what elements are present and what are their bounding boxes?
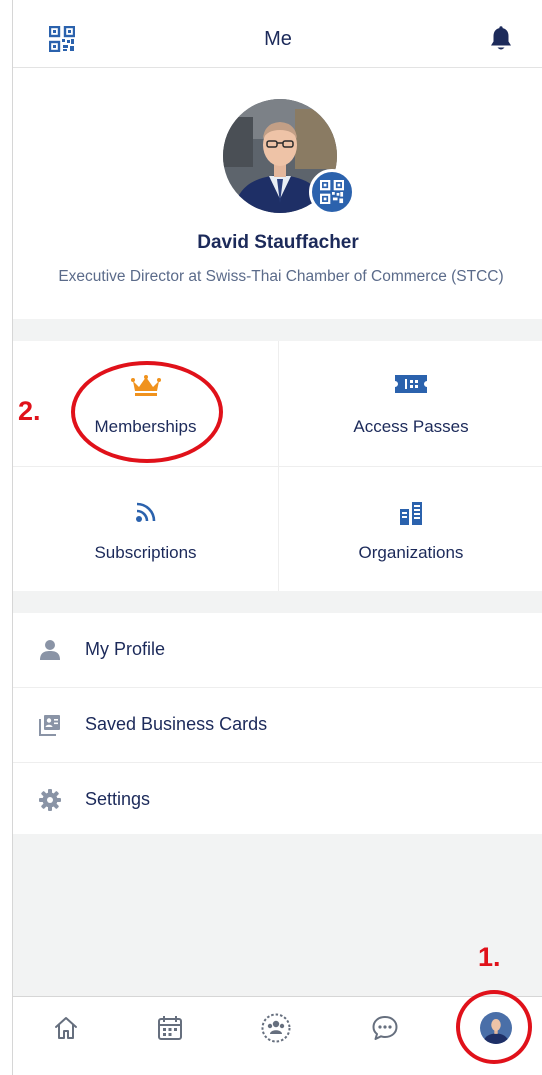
buildings-icon [400, 502, 422, 525]
annotation-circle-memberships [71, 361, 223, 463]
section-separator [13, 591, 542, 613]
menu-label: Saved Business Cards [85, 714, 268, 734]
tab-community[interactable] [259, 1011, 293, 1045]
top-bar: Me [13, 0, 542, 68]
profile-subtitle: Executive Director at Swiss-Thai Chamber… [58, 268, 504, 285]
grid-item-access-passes[interactable]: Access Passes [278, 341, 542, 466]
grid-item-organizations[interactable]: Organizations [278, 466, 542, 591]
annotation-step-2: 2. [18, 396, 41, 426]
grid-item-subscriptions[interactable]: Subscriptions [13, 466, 278, 591]
annotation-step-1: 1. [478, 942, 501, 972]
section-separator [13, 319, 542, 341]
chat-icon [372, 1016, 398, 1040]
grid-label: Access Passes [353, 417, 469, 436]
gear-icon [39, 789, 61, 811]
menu-list: My Profile Saved Business Cards Settings [13, 613, 542, 838]
menu-item-settings[interactable]: Settings [13, 763, 542, 838]
annotation-circle-profile-tab [456, 990, 532, 1064]
empty-area [13, 834, 542, 996]
tab-home[interactable] [49, 1011, 83, 1045]
calendar-icon [158, 1016, 182, 1040]
rss-icon [135, 502, 155, 522]
qr-code-icon [320, 180, 344, 204]
menu-label: My Profile [85, 639, 166, 659]
app-screen: Me David Stauffacher Executive Director … [12, 0, 542, 1075]
home-icon [55, 1017, 77, 1039]
profile-name: David Stauffacher [197, 232, 359, 253]
bell-icon[interactable] [489, 26, 513, 52]
menu-item-saved-business-cards[interactable]: Saved Business Cards [13, 688, 542, 763]
menu-label: Settings [85, 789, 151, 809]
business-card-icon [39, 714, 61, 736]
tab-chat[interactable] [368, 1011, 402, 1045]
grid-label: Organizations [358, 543, 464, 562]
community-icon [261, 1013, 291, 1043]
qr-code-badge[interactable] [309, 169, 355, 215]
page-title: Me [264, 28, 292, 50]
menu-item-my-profile[interactable]: My Profile [13, 613, 542, 688]
ticket-icon [395, 375, 427, 393]
profile-section: David Stauffacher Executive Director at … [13, 69, 542, 319]
grid-label: Subscriptions [94, 543, 197, 562]
tab-calendar[interactable] [153, 1011, 187, 1045]
person-icon [39, 639, 61, 661]
